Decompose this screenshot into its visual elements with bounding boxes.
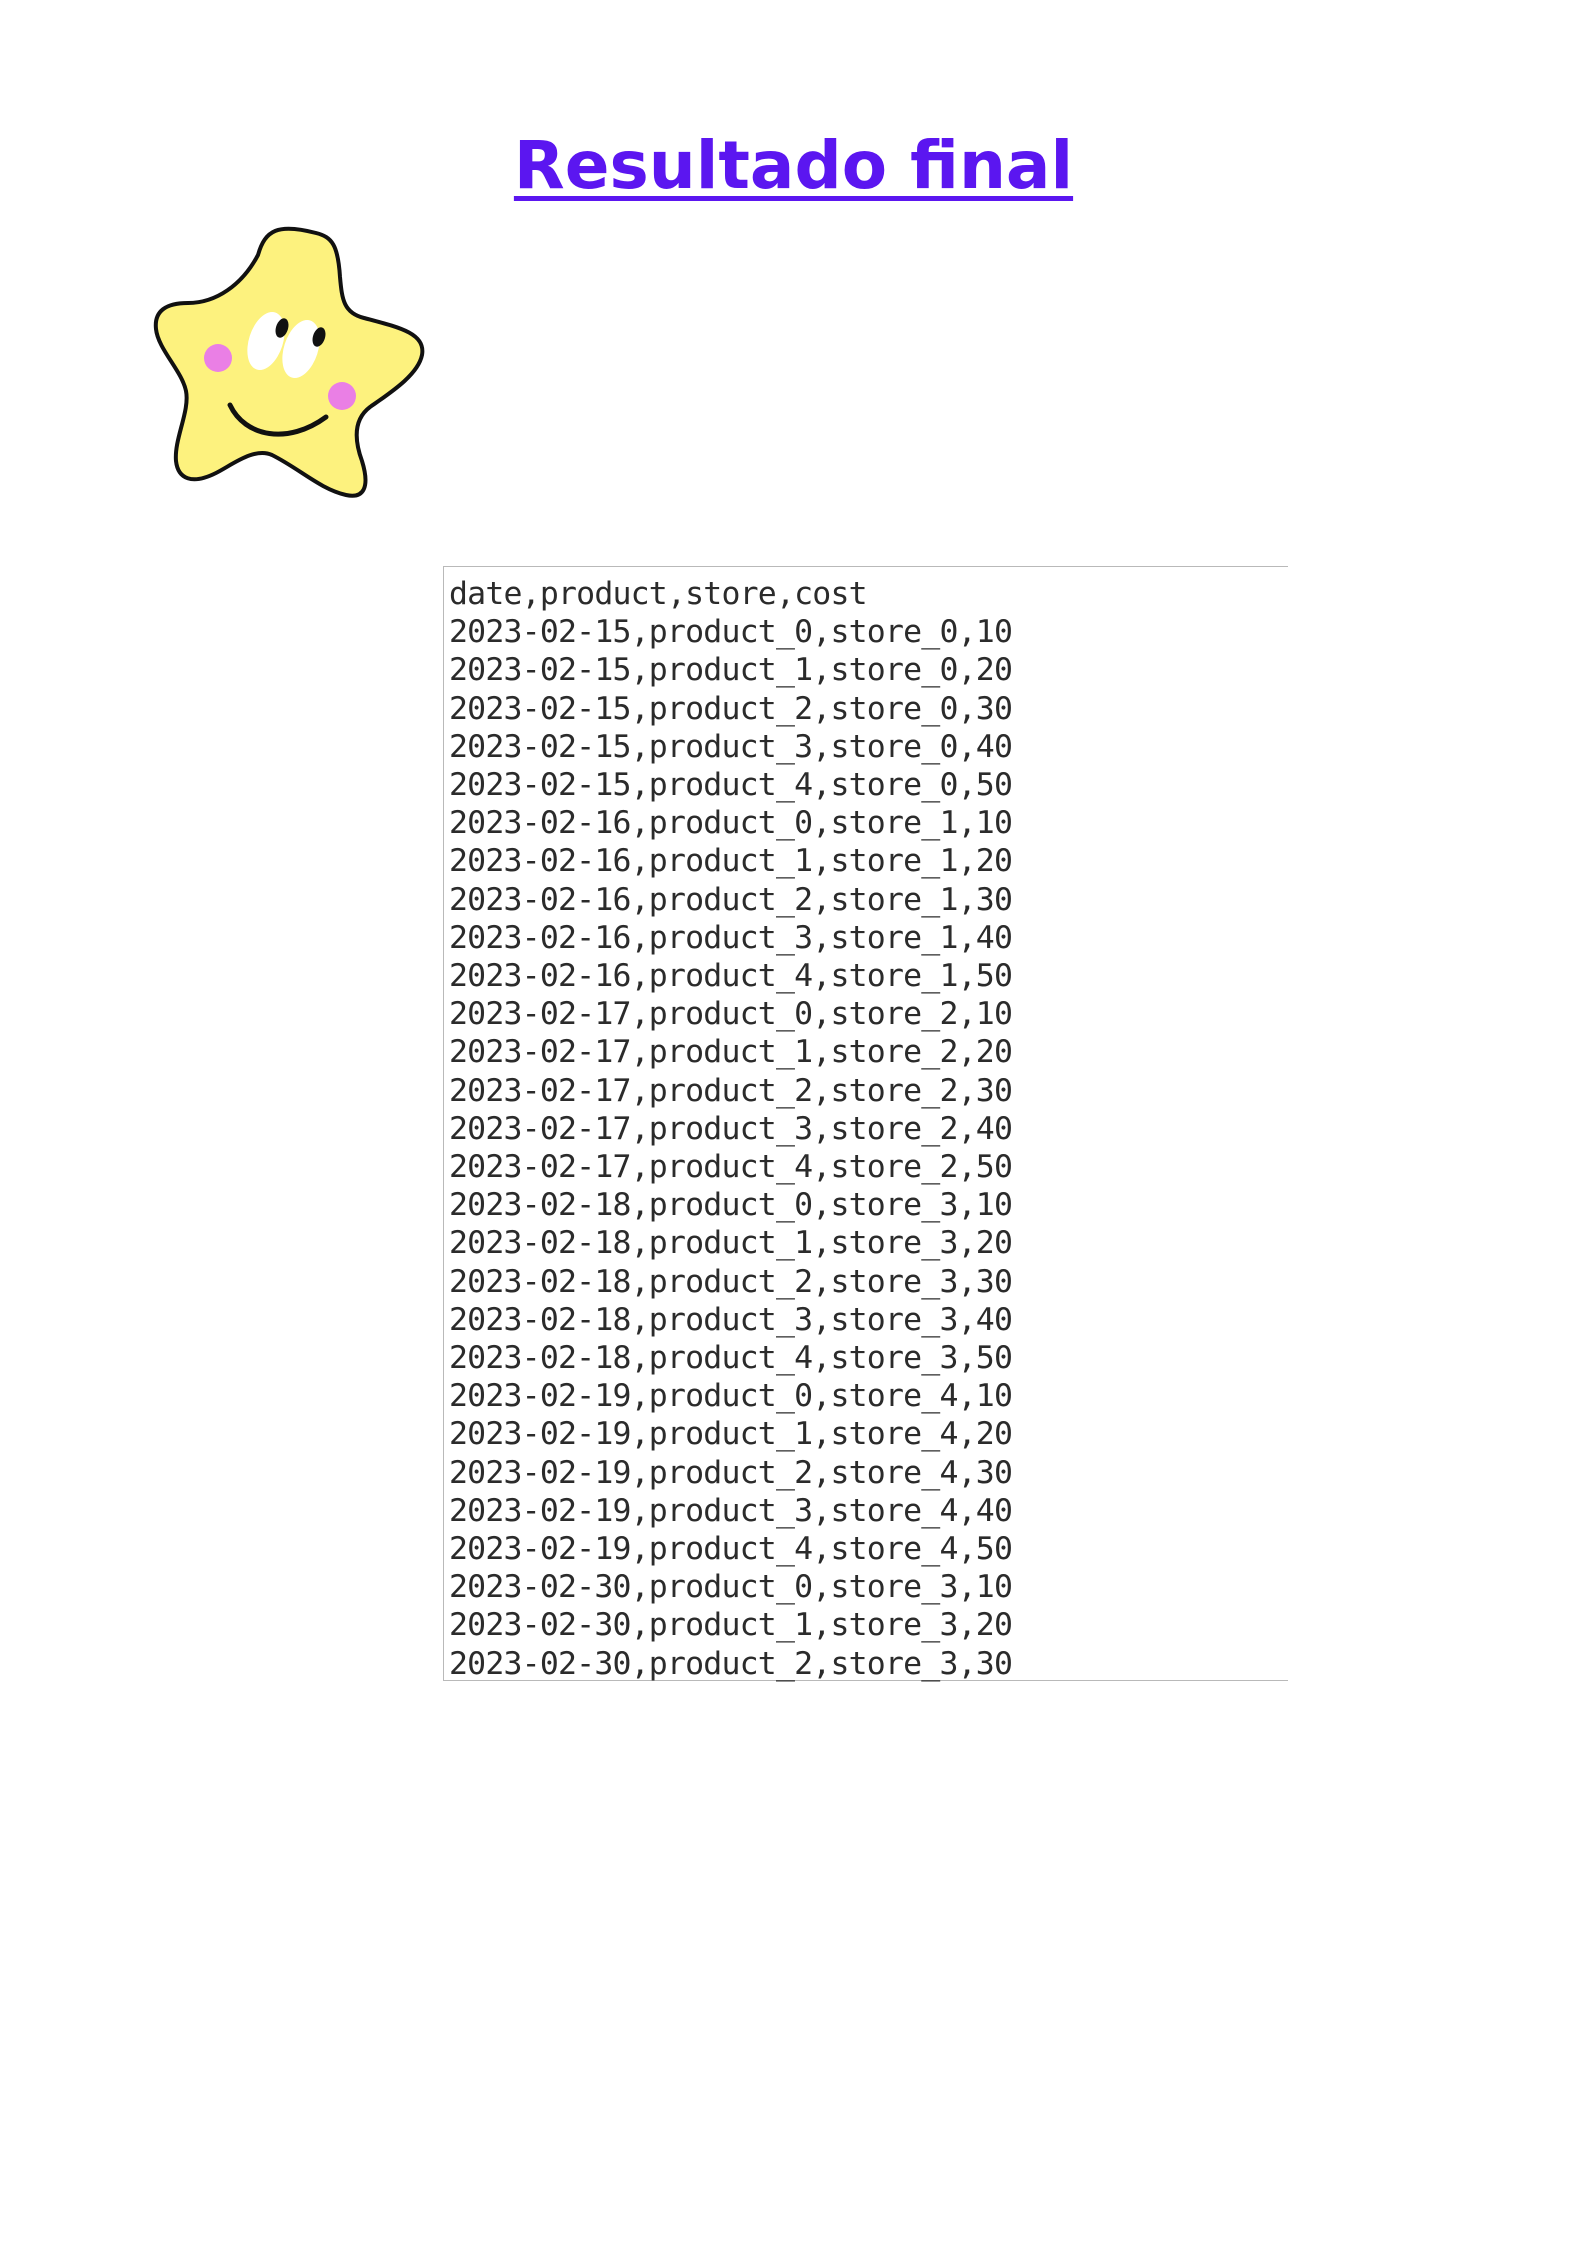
csv-data-row: 2023-02-19,product_1,store_4,20 <box>449 1416 1013 1453</box>
csv-data-row: 2023-02-30,product_1,store_3,20 <box>449 1607 1013 1644</box>
smiling-star-icon <box>150 225 430 500</box>
csv-data-row: 2023-02-17,product_4,store_2,50 <box>449 1149 1013 1186</box>
csv-data-row: 2023-02-16,product_1,store_1,20 <box>449 843 1013 880</box>
csv-data-row: 2023-02-17,product_1,store_2,20 <box>449 1034 1013 1071</box>
csv-data-row: 2023-02-30,product_2,store_3,30 <box>449 1645 1013 1682</box>
csv-data-row: 2023-02-17,product_2,store_2,30 <box>449 1072 1013 1109</box>
csv-data-row: 2023-02-15,product_4,store_0,50 <box>449 767 1013 804</box>
csv-data-row: 2023-02-16,product_4,store_1,50 <box>449 958 1013 995</box>
csv-data-row: 2023-02-15,product_1,store_0,20 <box>449 652 1013 689</box>
csv-data-row: 2023-02-18,product_0,store_3,10 <box>449 1187 1013 1224</box>
csv-data-row: 2023-02-17,product_0,store_2,10 <box>449 996 1013 1033</box>
csv-data-row: 2023-02-16,product_0,store_1,10 <box>449 805 1013 842</box>
csv-data-row: 2023-02-19,product_2,store_4,30 <box>449 1454 1013 1491</box>
csv-data-row: 2023-02-19,product_0,store_4,10 <box>449 1378 1013 1415</box>
csv-data-row: 2023-02-19,product_4,store_4,50 <box>449 1531 1013 1568</box>
csv-data-row: 2023-02-15,product_3,store_0,40 <box>449 728 1013 765</box>
csv-data-row: 2023-02-18,product_3,store_3,40 <box>449 1301 1013 1338</box>
csv-file-preview: date,product,store,cost 2023-02-15,produc… <box>443 566 1288 1682</box>
csv-data-row: 2023-02-18,product_4,store_3,50 <box>449 1340 1013 1377</box>
csv-data-row: 2023-02-18,product_1,store_3,20 <box>449 1225 1013 1262</box>
csv-data-row: 2023-02-19,product_3,store_4,40 <box>449 1492 1013 1529</box>
csv-header-row: date,product,store,cost <box>449 576 868 612</box>
csv-data-row: 2023-02-15,product_0,store_0,10 <box>449 614 1013 651</box>
csv-data-row: 2023-02-17,product_3,store_2,40 <box>449 1110 1013 1147</box>
csv-data-row: 2023-02-16,product_3,store_1,40 <box>449 919 1013 956</box>
csv-data-row: 2023-02-15,product_2,store_0,30 <box>449 690 1013 727</box>
csv-data-row: 2023-02-16,product_2,store_1,30 <box>449 881 1013 918</box>
csv-data-row: 2023-02-18,product_2,store_3,30 <box>449 1263 1013 1300</box>
csv-data-row: 2023-02-30,product_0,store_3,10 <box>449 1569 1013 1606</box>
page-title: Resultado final <box>513 127 1074 205</box>
